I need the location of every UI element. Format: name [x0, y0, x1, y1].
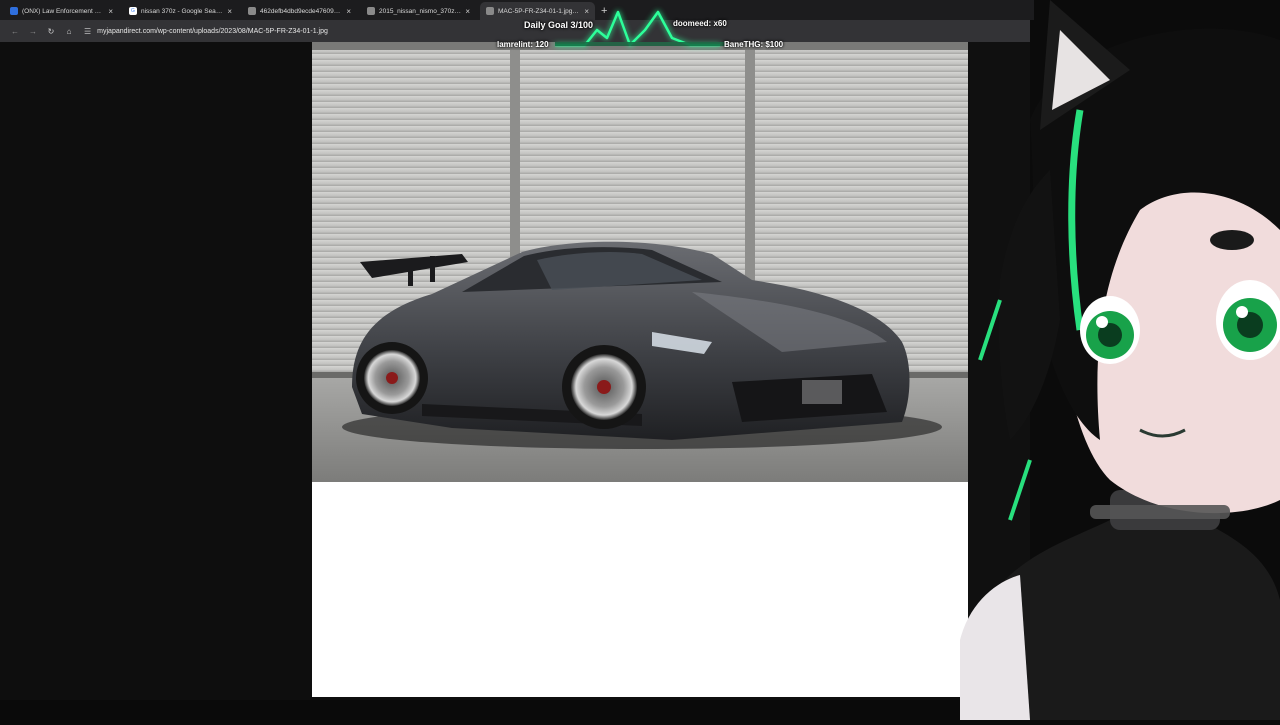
address-bar[interactable]: ☰ myjapandirect.com/wp-content/uploads/2… — [84, 23, 984, 39]
browser-tab[interactable]: 2015_nissan_nismo_370z_04.jpg × — [361, 2, 476, 20]
browser-tab[interactable]: 462defb4dbd9ecde47609a2dd × — [242, 2, 357, 20]
close-icon[interactable]: × — [584, 7, 589, 16]
doc-icon — [10, 7, 18, 15]
close-icon[interactable]: × — [108, 7, 113, 16]
url-text: myjapandirect.com/wp-content/uploads/202… — [97, 27, 328, 35]
globe-icon — [248, 7, 256, 15]
tab-bar: (ONX) Law Enforcement Standards×Gnissan … — [0, 0, 1034, 20]
browser-tab[interactable]: (ONX) Law Enforcement Standards× — [4, 2, 119, 20]
tab-title: 2015_nissan_nismo_370z_04.jpg — [379, 7, 461, 15]
browser-tab[interactable]: MAC-5P-FR-Z34-01-1.jpg (750× × — [480, 2, 595, 20]
page-viewport — [0, 42, 1030, 700]
tab-title: nissan 370z - Google Search — [141, 7, 224, 15]
browser-tab[interactable]: Gnissan 370z - Google Search × — [123, 2, 238, 20]
car-photo[interactable] — [312, 42, 968, 482]
close-icon[interactable]: × — [346, 7, 351, 16]
globe-icon — [367, 7, 375, 15]
close-icon[interactable]: × — [465, 7, 470, 16]
tab-title: 462defb4dbd9ecde47609a2dd — [260, 7, 343, 15]
site-info-icon[interactable]: ☰ — [84, 27, 91, 36]
globe-icon — [486, 7, 494, 15]
back-icon[interactable]: ← — [6, 27, 24, 36]
tab-title: MAC-5P-FR-Z34-01-1.jpg (750× — [498, 7, 580, 15]
close-icon[interactable]: × — [227, 7, 232, 16]
browser-toolbar: ← → ↻ ⌂ ☰ myjapandirect.com/wp-content/u… — [0, 20, 1030, 42]
new-tab-icon[interactable]: + — [601, 2, 607, 20]
reload-icon[interactable]: ↻ — [42, 27, 60, 36]
forward-icon[interactable]: → — [24, 27, 42, 36]
image-frame — [312, 42, 968, 697]
google-icon: G — [129, 7, 137, 15]
vtuber-avatar — [940, 0, 1280, 720]
tab-title: (ONX) Law Enforcement Standards — [22, 7, 105, 15]
home-icon[interactable]: ⌂ — [60, 27, 78, 36]
